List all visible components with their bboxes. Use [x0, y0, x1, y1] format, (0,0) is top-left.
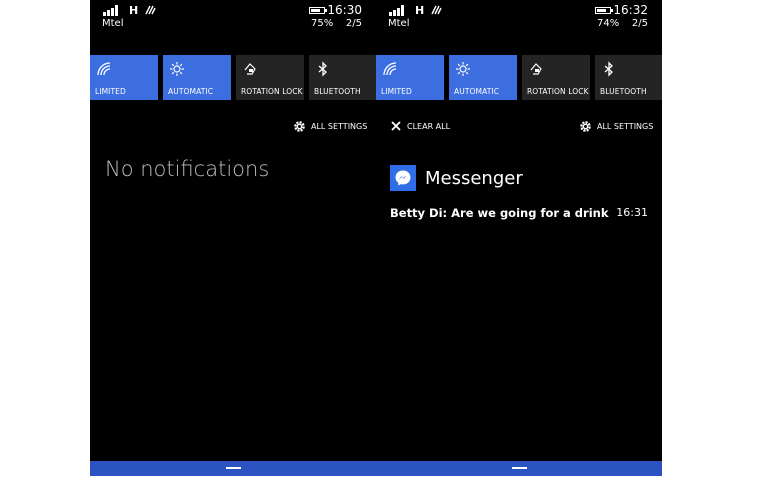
- wifi-icon: [97, 62, 111, 76]
- drag-handle[interactable]: [512, 467, 527, 469]
- close-icon: [391, 121, 401, 131]
- notification-message[interactable]: Betty Di: Are we going for a drink: [390, 206, 608, 220]
- quick-action-label: LIMITED: [95, 87, 126, 96]
- quick-action-label: AUTOMATIC: [168, 87, 214, 96]
- quick-action-label: BLUETOOTH: [600, 87, 647, 96]
- rotation-lock-icon: [244, 63, 256, 75]
- signal-strength-icon: [389, 5, 407, 16]
- data-sense-icon: [431, 5, 442, 15]
- carrier-name: Mtel: [388, 18, 410, 29]
- clock: 16:30: [327, 3, 362, 17]
- clear-all-button[interactable]: CLEAR ALL: [390, 119, 450, 133]
- clear-all-label: CLEAR ALL: [407, 121, 451, 131]
- quick-action-label: BLUETOOTH: [314, 87, 361, 96]
- battery-icon: [309, 7, 327, 14]
- quick-actions: LIMITED AUTOMATIC ROTATION LOCK BLUETOOT…: [376, 55, 662, 100]
- page-indicator: 2/5: [631, 18, 648, 29]
- clock: 16:32: [613, 3, 648, 17]
- bluetooth-icon: [318, 61, 327, 77]
- quick-actions: LIMITED AUTOMATIC ROTATION LOCK BLUETOOT…: [90, 55, 376, 100]
- network-type: H: [415, 4, 425, 17]
- quick-action-rotation-lock[interactable]: ROTATION LOCK: [236, 55, 304, 100]
- all-settings-label: ALL SETTINGS: [597, 121, 654, 131]
- all-settings-button[interactable]: ALL SETTINGS: [293, 119, 367, 133]
- status-bar: H Mtel 74% 16:32 2/5: [376, 0, 662, 34]
- network-type: H: [129, 4, 139, 17]
- quick-action-wifi[interactable]: LIMITED: [376, 55, 444, 100]
- quick-action-rotation-lock[interactable]: ROTATION LOCK: [522, 55, 590, 100]
- quick-action-label: LIMITED: [381, 87, 412, 96]
- action-center-with-notification: H Mtel 74% 16:32 2/5 LIMITED AUTOMATIC R…: [376, 0, 662, 476]
- data-sense-icon: [145, 5, 156, 15]
- no-notifications-message: No notifications: [105, 157, 270, 181]
- quick-action-bluetooth[interactable]: BLUETOOTH: [309, 55, 376, 100]
- brightness-icon: [170, 62, 184, 76]
- all-settings-button[interactable]: ALL SETTINGS: [579, 119, 653, 133]
- wifi-icon: [383, 62, 397, 76]
- page-indicator: 2/5: [345, 18, 362, 29]
- quick-action-label: ROTATION LOCK: [527, 87, 589, 96]
- all-settings-label: ALL SETTINGS: [311, 121, 368, 131]
- bluetooth-icon: [604, 61, 613, 77]
- battery-percent: 74%: [597, 18, 620, 29]
- quick-action-wifi[interactable]: LIMITED: [90, 55, 158, 100]
- gear-icon: [580, 120, 591, 132]
- rotation-lock-icon: [530, 63, 542, 75]
- carrier-name: Mtel: [102, 18, 124, 29]
- notification-app-name: Messenger: [425, 167, 523, 189]
- battery-percent: 75%: [311, 18, 334, 29]
- quick-action-label: AUTOMATIC: [454, 87, 500, 96]
- brightness-icon: [456, 62, 470, 76]
- gear-icon: [294, 120, 305, 132]
- quick-action-label: ROTATION LOCK: [241, 87, 303, 96]
- notification-time: 16:31: [616, 206, 648, 219]
- drag-handle[interactable]: [226, 467, 241, 469]
- quick-action-brightness[interactable]: AUTOMATIC: [449, 55, 517, 100]
- quick-action-brightness[interactable]: AUTOMATIC: [163, 55, 231, 100]
- notification-app-header[interactable]: Messenger: [390, 164, 523, 192]
- signal-strength-icon: [103, 5, 121, 16]
- quick-action-bluetooth[interactable]: BLUETOOTH: [595, 55, 662, 100]
- action-center-empty: H Mtel 75% 16:30 2/5 LIMITED AUTOMATIC R…: [90, 0, 376, 476]
- status-bar: H Mtel 75% 16:30 2/5: [90, 0, 376, 34]
- navigation-bar[interactable]: [376, 461, 662, 476]
- messenger-icon: [390, 165, 416, 191]
- battery-icon: [595, 7, 613, 14]
- navigation-bar[interactable]: [90, 461, 376, 476]
